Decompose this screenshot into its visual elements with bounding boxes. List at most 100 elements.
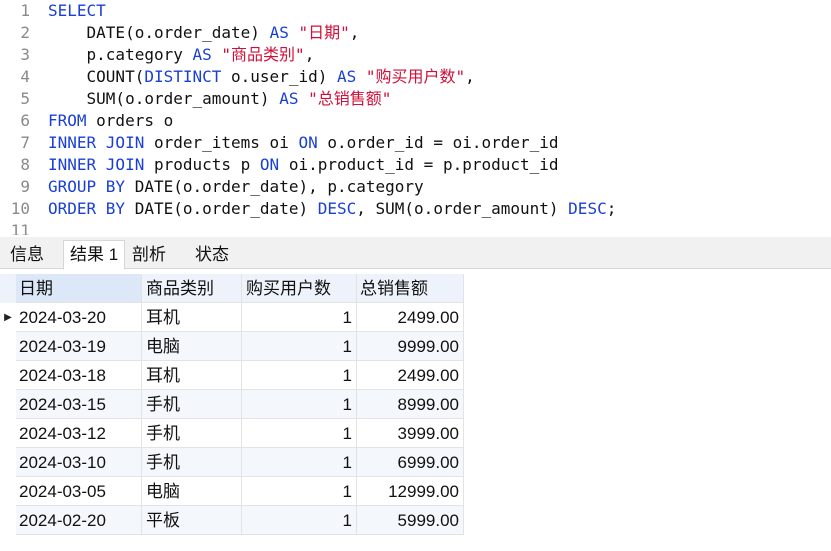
code-line[interactable]: 6 FROM orders o — [0, 110, 173, 132]
category-cell[interactable]: 电脑 — [142, 332, 242, 361]
code-line[interactable]: 10 ORDER BY DATE(o.order_date) DESC, SUM(… — [0, 198, 617, 220]
code-line[interactable]: 2 DATE(o.order_date) AS "日期", — [0, 22, 359, 44]
row-marker — [0, 448, 16, 477]
code-line[interactable]: 8 INNER JOIN products p ON oi.product_id … — [0, 154, 558, 176]
category-cell[interactable]: 手机 — [142, 390, 242, 419]
category-cell[interactable]: 手机 — [142, 419, 242, 448]
category-cell[interactable]: 耳机 — [142, 361, 242, 390]
row-marker-header — [0, 274, 16, 303]
sql-text: , — [304, 45, 315, 64]
column-header-category[interactable]: 商品类别 — [142, 274, 242, 303]
line-number: 3 — [20, 45, 30, 64]
line-number: 7 — [20, 133, 30, 152]
user-count-cell[interactable]: 1 — [242, 390, 357, 419]
user-count-cell[interactable]: 1 — [242, 448, 357, 477]
code-line[interactable]: 1 SELECT — [0, 0, 105, 22]
row-marker — [0, 332, 16, 361]
code-line[interactable]: 4 COUNT(DISTINCT o.user_id) AS "购买用户数", — [0, 66, 475, 88]
date-cell[interactable]: 2024-02-20 — [16, 506, 142, 535]
row-marker — [0, 506, 16, 535]
code-line[interactable]: 9 GROUP BY DATE(o.order_date), p.category — [0, 176, 424, 198]
table-row[interactable]: 2024-03-15 手机 1 8999.00 — [0, 390, 464, 419]
sql-keyword: GROUP BY — [48, 177, 126, 196]
category-cell[interactable]: 平板 — [142, 506, 242, 535]
total-sales-cell[interactable]: 12999.00 — [357, 477, 464, 506]
tab-info[interactable]: 信息 — [4, 241, 50, 269]
row-marker: ▶ — [0, 303, 16, 332]
table-row[interactable]: 2024-02-20 平板 1 5999.00 — [0, 506, 464, 535]
table-row[interactable]: ▶ 2024-03-20 耳机 1 2499.00 — [0, 303, 464, 332]
sql-text: p.category — [48, 45, 193, 64]
grid-header-row: 日期 商品类别 购买用户数 总销售额 — [0, 274, 464, 303]
table-row[interactable]: 2024-03-10 手机 1 6999.00 — [0, 448, 464, 477]
category-cell[interactable]: 手机 — [142, 448, 242, 477]
total-sales-cell[interactable]: 2499.00 — [357, 361, 464, 390]
total-sales-cell[interactable]: 9999.00 — [357, 332, 464, 361]
tab-profile[interactable]: 剖析 — [126, 241, 172, 269]
code-line[interactable]: 5 SUM(o.order_amount) AS "总销售额" — [0, 88, 391, 110]
row-marker — [0, 390, 16, 419]
date-cell[interactable]: 2024-03-19 — [16, 332, 142, 361]
sql-editor[interactable]: 1 SELECT 2 DATE(o.order_date) AS "日期", 3 p.… — [0, 0, 831, 235]
sql-string: "日期" — [298, 23, 350, 42]
code-line[interactable]: 7 INNER JOIN order_items oi ON o.order_id… — [0, 132, 559, 154]
sql-text: products p — [144, 155, 260, 174]
sql-text: DATE(o.order_date), p.category — [125, 177, 424, 196]
sql-text: ; — [606, 199, 617, 218]
row-marker — [0, 419, 16, 448]
tab-result-1[interactable]: 结果 1 — [63, 240, 126, 270]
table-row[interactable]: 2024-03-18 耳机 1 2499.00 — [0, 361, 464, 390]
column-header-date[interactable]: 日期 — [16, 274, 142, 303]
table-row[interactable]: 2024-03-05 电脑 1 12999.00 — [0, 477, 464, 506]
sql-keyword: INNER JOIN — [48, 133, 145, 152]
column-header-user-count[interactable]: 购买用户数 — [242, 274, 357, 303]
line-number: 11 — [10, 221, 30, 235]
category-cell[interactable]: 耳机 — [142, 303, 242, 332]
line-number: 5 — [20, 89, 30, 108]
date-cell[interactable]: 2024-03-18 — [16, 361, 142, 390]
column-header-total-sales[interactable]: 总销售额 — [357, 274, 464, 303]
sql-keyword: AS — [192, 45, 212, 64]
user-count-cell[interactable]: 1 — [242, 419, 357, 448]
category-cell[interactable]: 电脑 — [142, 477, 242, 506]
sql-keyword: ON — [298, 133, 318, 152]
tab-status[interactable]: 状态 — [189, 241, 235, 269]
row-marker — [0, 361, 16, 390]
sql-keyword: DESC — [317, 199, 357, 218]
date-cell[interactable]: 2024-03-05 — [16, 477, 142, 506]
total-sales-cell[interactable]: 2499.00 — [357, 303, 464, 332]
date-cell[interactable]: 2024-03-12 — [16, 419, 142, 448]
user-count-cell[interactable]: 1 — [242, 332, 357, 361]
sql-string: "购买用户数" — [365, 67, 466, 86]
result-tab-bar: 信息 结果 1 剖析 状态 — [0, 237, 831, 270]
line-number: 10 — [10, 199, 30, 218]
table-row[interactable]: 2024-03-19 电脑 1 9999.00 — [0, 332, 464, 361]
sql-keyword: AS — [279, 89, 299, 108]
user-count-cell[interactable]: 1 — [242, 361, 357, 390]
code-line[interactable]: 11 — [0, 220, 48, 235]
total-sales-cell[interactable]: 6999.00 — [357, 448, 464, 477]
sql-text: order_items oi — [144, 133, 299, 152]
table-row[interactable]: 2024-03-12 手机 1 3999.00 — [0, 419, 464, 448]
total-sales-cell[interactable]: 8999.00 — [357, 390, 464, 419]
user-count-cell[interactable]: 1 — [242, 303, 357, 332]
sql-text: , — [465, 67, 475, 86]
total-sales-cell[interactable]: 3999.00 — [357, 419, 464, 448]
sql-text: o.order_id = oi.order_id — [317, 133, 559, 152]
user-count-cell[interactable]: 1 — [242, 477, 357, 506]
date-cell[interactable]: 2024-03-10 — [16, 448, 142, 477]
sql-text: , — [349, 23, 360, 42]
sql-text: COUNT( — [48, 67, 145, 86]
date-cell[interactable]: 2024-03-15 — [16, 390, 142, 419]
code-line[interactable]: 3 p.category AS "商品类别", — [0, 44, 314, 66]
sql-string: "总销售额" — [308, 89, 392, 108]
sql-keyword: DESC — [568, 199, 607, 218]
user-count-cell[interactable]: 1 — [242, 506, 357, 535]
sql-keyword: AS — [269, 23, 289, 42]
total-sales-cell[interactable]: 5999.00 — [357, 506, 464, 535]
sql-text: DATE(o.order_date) — [125, 199, 318, 218]
line-number: 6 — [20, 111, 30, 130]
date-cell[interactable]: 2024-03-20 — [16, 303, 142, 332]
sql-text: SUM(o.order_amount) — [48, 89, 280, 108]
